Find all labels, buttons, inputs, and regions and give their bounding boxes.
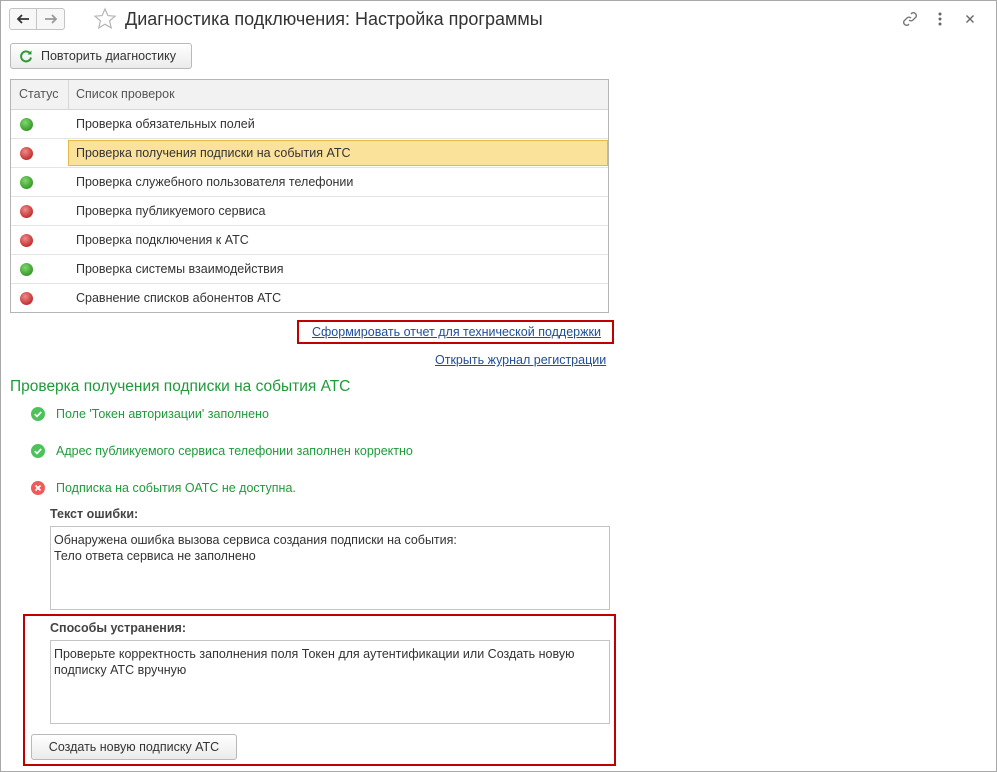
forward-button[interactable] [37,8,65,30]
close-icon[interactable] [961,10,979,28]
error-text-field[interactable]: Обнаружена ошибка вызова сервиса создани… [50,526,610,610]
check-result-text: Поле 'Токен авторизации' заполнено [56,407,269,421]
table-row[interactable]: Проверка служебного пользователя телефон… [11,168,608,197]
check-name: Проверка публикуемого сервиса [76,204,266,218]
table-row[interactable]: Проверка публикуемого сервиса [11,197,608,226]
arrow-right-icon [44,14,57,24]
status-error-icon [20,147,33,160]
error-circle-icon [31,481,45,495]
check-result-error: Подписка на события ОАТС не доступна. [31,481,296,495]
refresh-icon [20,50,32,63]
table-header: Статус Список проверок [11,80,608,110]
table-row[interactable]: Проверка обязательных полей [11,110,608,139]
checks-table: Статус Список проверок Проверка обязател… [10,79,609,313]
column-divider [68,80,69,109]
table-row[interactable]: Сравнение списков абонентов АТС [11,284,608,313]
table-row-selected[interactable]: Проверка получения подписки на события А… [11,139,608,168]
check-result-text: Подписка на события ОАТС не доступна. [56,481,296,495]
check-circle-icon [31,444,45,458]
repeat-diagnostics-button[interactable]: Повторить диагностику [10,43,192,69]
status-error-icon [20,292,33,305]
create-subscription-button[interactable]: Создать новую подписку АТС [31,734,237,760]
status-ok-icon [20,118,33,131]
open-journal-link[interactable]: Открыть журнал регистрации [435,353,606,367]
repeat-diagnostics-label: Повторить диагностику [41,49,176,63]
fix-methods-label: Способы устранения: [50,621,186,635]
check-result-text: Адрес публикуемого сервиса телефонии зап… [56,444,413,458]
check-circle-icon [31,407,45,421]
status-error-icon [20,205,33,218]
back-button[interactable] [9,8,37,30]
status-ok-icon [20,263,33,276]
link-icon[interactable] [901,10,919,28]
details-title: Проверка получения подписки на события А… [10,378,351,395]
table-row[interactable]: Проверка подключения к АТС [11,226,608,255]
column-header-checks[interactable]: Список проверок [76,80,175,109]
table-row[interactable]: Проверка системы взаимодействия [11,255,608,284]
support-report-link[interactable]: Сформировать отчет для технической подде… [312,325,601,339]
check-name: Проверка получения подписки на события А… [76,146,351,160]
check-name: Проверка служебного пользователя телефон… [76,175,354,189]
more-menu-icon[interactable] [931,10,949,28]
favorite-star-icon[interactable] [93,7,117,34]
error-text-label: Текст ошибки: [50,507,139,521]
check-result-ok: Адрес публикуемого сервиса телефонии зап… [31,444,413,458]
status-ok-icon [20,176,33,189]
check-result-ok: Поле 'Токен авторизации' заполнено [31,407,269,421]
arrow-left-icon [16,14,29,24]
main-window: Диагностика подключения: Настройка прогр… [0,0,997,772]
check-name: Проверка системы взаимодействия [76,262,284,276]
check-name: Сравнение списков абонентов АТС [76,291,282,305]
status-error-icon [20,234,33,247]
fix-methods-field[interactable]: Проверьте корректность заполнения поля Т… [50,640,610,724]
check-name: Проверка обязательных полей [76,117,255,131]
check-name: Проверка подключения к АТС [76,233,249,247]
window-title: Диагностика подключения: Настройка прогр… [125,9,543,29]
column-header-status[interactable]: Статус [19,80,59,109]
